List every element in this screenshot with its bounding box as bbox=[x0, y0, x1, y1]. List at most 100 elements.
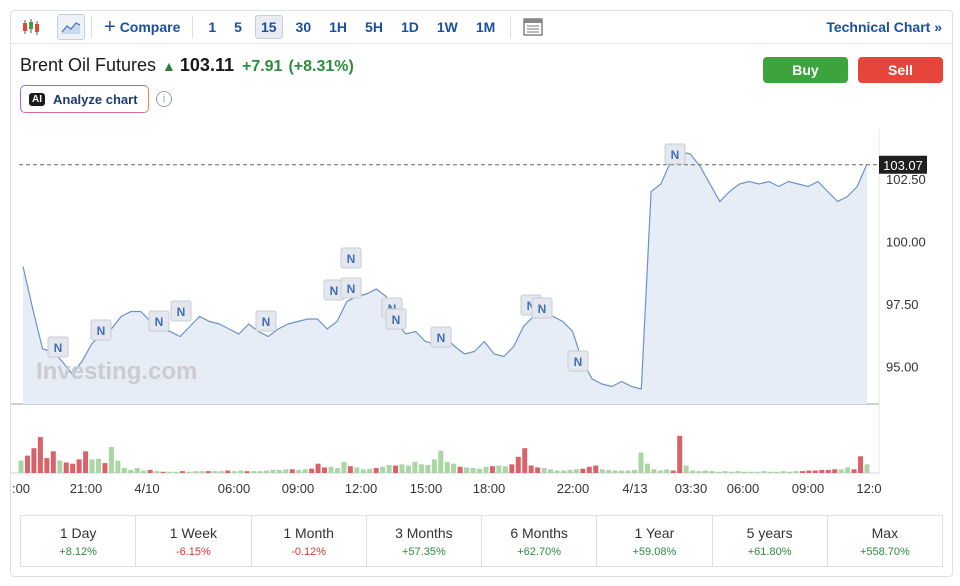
volume-bar bbox=[774, 471, 780, 473]
volume-bar bbox=[444, 461, 450, 473]
volume-bar bbox=[767, 471, 773, 473]
volume-bar bbox=[76, 459, 82, 473]
volume-bar bbox=[438, 450, 444, 473]
performance-period-label: 1 Day bbox=[59, 525, 97, 541]
performance-cell[interactable]: 1 Month -0.12% bbox=[252, 516, 367, 566]
volume-bar bbox=[735, 471, 741, 473]
volume-bar bbox=[289, 469, 295, 473]
news-marker-label: N bbox=[97, 324, 106, 338]
x-tick-label: 12:0 bbox=[856, 481, 881, 496]
volume-bar bbox=[360, 469, 366, 473]
news-marker-label: N bbox=[437, 331, 446, 345]
volume-bar bbox=[806, 470, 812, 473]
volume-bar bbox=[341, 461, 347, 473]
volume-bar bbox=[347, 466, 353, 473]
volume-bar bbox=[322, 467, 328, 473]
x-tick-label: 12:00 bbox=[345, 481, 378, 496]
volume-bar bbox=[799, 471, 805, 473]
news-marker-label: N bbox=[330, 284, 339, 298]
y-tick-label: 97.50 bbox=[886, 297, 919, 312]
volume-bar bbox=[425, 464, 431, 473]
volume-bar bbox=[832, 469, 838, 473]
volume-bar bbox=[580, 468, 586, 473]
volume-bar bbox=[173, 471, 179, 473]
volume-bar bbox=[418, 464, 424, 473]
volume-bar bbox=[703, 470, 709, 473]
performance-value: +61.80% bbox=[747, 546, 792, 558]
volume-bar bbox=[70, 463, 76, 473]
volume-bar bbox=[199, 471, 205, 473]
volume-bar bbox=[451, 463, 457, 473]
y-tick-label: 100.00 bbox=[886, 235, 926, 250]
volume-bar bbox=[728, 471, 734, 473]
performance-cell[interactable]: 1 Week -6.15% bbox=[136, 516, 252, 566]
performance-cell[interactable]: 5 years +61.80% bbox=[713, 516, 828, 566]
volume-bar bbox=[696, 471, 702, 473]
volume-bar bbox=[619, 470, 625, 473]
volume-bar bbox=[257, 471, 263, 473]
volume-bar bbox=[535, 467, 541, 473]
volume-bar bbox=[367, 468, 373, 473]
volume-bar bbox=[541, 468, 547, 473]
performance-value: -0.12% bbox=[291, 546, 327, 558]
volume-bar bbox=[632, 469, 638, 473]
volume-bar bbox=[95, 458, 101, 473]
volume-bar bbox=[186, 471, 192, 473]
volume-bar bbox=[845, 467, 851, 473]
performance-cell[interactable]: 3 Months +57.35% bbox=[367, 516, 482, 566]
news-marker-label: N bbox=[347, 252, 356, 266]
volume-bar bbox=[670, 470, 676, 473]
volume-bar bbox=[405, 465, 411, 473]
performance-period-label: 1 Year bbox=[634, 525, 675, 541]
volume-bar bbox=[296, 469, 302, 473]
volume-bar bbox=[141, 470, 147, 473]
x-tick-label: 22:00 bbox=[557, 481, 590, 496]
volume-bar bbox=[147, 469, 153, 473]
performance-cell[interactable]: 1 Day +8.12% bbox=[21, 516, 137, 566]
volume-bar bbox=[554, 470, 560, 473]
volume-bar bbox=[334, 468, 340, 473]
volume-bar bbox=[50, 451, 56, 473]
volume-bar bbox=[108, 446, 114, 473]
volume-bar bbox=[276, 469, 282, 473]
volume-bar bbox=[218, 471, 224, 473]
performance-period-label: 5 years bbox=[746, 525, 793, 541]
x-tick-label: 15:00 bbox=[410, 481, 443, 496]
volume-bar bbox=[154, 471, 160, 473]
volume-bar bbox=[83, 451, 89, 473]
volume-bar bbox=[160, 471, 166, 473]
volume-bar bbox=[644, 463, 650, 473]
volume-bar bbox=[431, 459, 437, 473]
volume-bar bbox=[102, 463, 108, 473]
volume-bar bbox=[373, 468, 379, 473]
x-tick-label: 06:00 bbox=[727, 481, 760, 496]
volume-bar bbox=[741, 471, 747, 473]
volume-bar bbox=[134, 468, 140, 473]
news-marker-label: N bbox=[177, 305, 186, 319]
volume-bar bbox=[528, 465, 534, 473]
price-chart[interactable]: Investing.com 103.07 95.00 97.50 100.00 102.5… bbox=[11, 11, 952, 511]
y-tick-label: 102.50 bbox=[886, 172, 926, 187]
volume-bar bbox=[761, 471, 767, 473]
news-marker-label: N bbox=[574, 355, 583, 369]
volume-bar bbox=[464, 467, 470, 473]
performance-cell[interactable]: 1 Year +59.08% bbox=[597, 516, 713, 566]
volume-bar bbox=[812, 470, 818, 473]
volume-bar bbox=[263, 470, 269, 473]
volume-bar bbox=[496, 465, 502, 473]
volume-bar bbox=[599, 469, 605, 473]
performance-cell[interactable]: 6 Months +62.70% bbox=[482, 516, 598, 566]
volume-bar bbox=[115, 460, 121, 473]
volume-bar bbox=[57, 460, 63, 473]
volume-bar bbox=[787, 471, 793, 473]
x-tick-label: 18:00 bbox=[473, 481, 506, 496]
volume-bar bbox=[709, 471, 715, 473]
performance-cell[interactable]: Max +558.70% bbox=[828, 516, 942, 566]
performance-value: +59.08% bbox=[632, 546, 677, 558]
volume-bar bbox=[483, 466, 489, 473]
volume-bar bbox=[567, 469, 573, 473]
performance-value: +558.70% bbox=[859, 546, 910, 558]
volume-bar bbox=[225, 470, 231, 473]
volume-bar bbox=[477, 468, 483, 473]
volume-bar bbox=[548, 469, 554, 473]
